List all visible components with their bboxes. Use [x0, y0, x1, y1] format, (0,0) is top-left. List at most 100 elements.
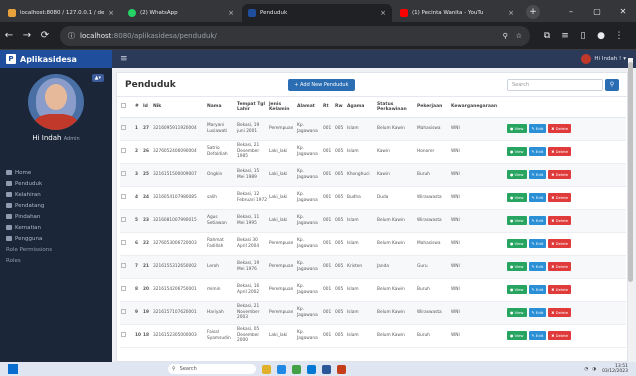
sidebar-item-home[interactable]: Home: [0, 167, 112, 178]
edit-button[interactable]: ✎ Edit: [528, 123, 547, 134]
delete-button[interactable]: ✖ Delete: [548, 192, 572, 203]
file-explorer-icon[interactable]: [262, 364, 271, 374]
view-button[interactable]: ● View: [507, 307, 527, 318]
chrome-icon[interactable]: [292, 364, 301, 374]
delete-button[interactable]: ✖ Delete: [548, 330, 572, 341]
delete-button[interactable]: ✖ Delete: [548, 169, 572, 180]
delete-button[interactable]: ✖ Delete: [548, 284, 572, 295]
edit-button[interactable]: ✎ Edit: [528, 284, 547, 295]
menu-icon[interactable]: ⋮: [610, 31, 628, 41]
minimize-icon[interactable]: –: [558, 7, 584, 16]
view-button[interactable]: ● View: [507, 192, 527, 203]
delete-button[interactable]: ✖ Delete: [548, 123, 572, 134]
bookmark-star-icon[interactable]: ☆: [516, 32, 522, 40]
windows-start-icon[interactable]: [8, 364, 18, 374]
browser-tab[interactable]: (1) Pecinta Wanita - YouTu ×: [394, 4, 520, 22]
powerpoint-icon[interactable]: [337, 364, 346, 374]
column-header[interactable]: Nik: [152, 97, 206, 118]
row-checkbox[interactable]: [121, 262, 126, 268]
edit-button[interactable]: ✎ Edit: [528, 238, 547, 249]
add-penduduk-button[interactable]: + Add New Penduduk: [288, 78, 355, 91]
profile-icon[interactable]: ●: [592, 31, 610, 41]
delete-button[interactable]: ✖ Delete: [548, 261, 572, 272]
row-checkbox[interactable]: [121, 147, 126, 153]
sidebar-item-role-permissions[interactable]: Role Permissions: [0, 244, 112, 255]
row-checkbox[interactable]: [121, 193, 126, 199]
browser-tab[interactable]: localhost:8080 / 127.0.0.1 / de ×: [2, 4, 120, 22]
edit-button[interactable]: ✎ Edit: [528, 307, 547, 318]
edge-icon[interactable]: [277, 364, 286, 374]
column-header[interactable]: Nama: [206, 97, 236, 118]
edit-button[interactable]: ✎ Edit: [528, 146, 547, 157]
select-all-checkbox[interactable]: [121, 103, 126, 109]
row-checkbox[interactable]: [121, 308, 126, 314]
column-header[interactable]: Kewarganegaraan: [450, 97, 506, 118]
column-header[interactable]: Rt: [322, 97, 334, 118]
column-header[interactable]: Jenis Kelamin: [268, 97, 296, 118]
scrollbar-thumb[interactable]: [628, 62, 633, 282]
search-input[interactable]: Search: [506, 78, 603, 91]
column-header[interactable]: #: [134, 97, 142, 118]
profile-menu-button[interactable]: ▲▾: [91, 74, 104, 82]
view-button[interactable]: ● View: [507, 169, 527, 180]
close-window-icon[interactable]: ✕: [610, 7, 636, 16]
delete-button[interactable]: ✖ Delete: [548, 215, 572, 226]
sidebar-item-pendatang[interactable]: Pendatang: [0, 200, 112, 211]
sidepanel-icon[interactable]: ▯: [574, 31, 592, 41]
close-icon[interactable]: ×: [108, 9, 114, 17]
volume-icon[interactable]: ◑: [592, 367, 596, 372]
clock[interactable]: 13:51 03/12/2023: [602, 364, 628, 374]
sidebar-item-pengguna[interactable]: Pengguna: [0, 233, 112, 244]
zoom-icon[interactable]: ⚲: [503, 32, 508, 40]
search-button[interactable]: ⚲: [604, 78, 619, 91]
back-icon[interactable]: ←: [0, 30, 18, 41]
sidebar-item-kematian[interactable]: Kematian: [0, 222, 112, 233]
browser-tab[interactable]: (2) WhatsApp ×: [122, 4, 240, 22]
taskbar-search[interactable]: ⚲ Search: [168, 364, 256, 374]
row-checkbox[interactable]: [121, 124, 126, 130]
edit-button[interactable]: ✎ Edit: [528, 261, 547, 272]
close-icon[interactable]: ×: [228, 9, 234, 17]
column-header[interactable]: Tempat Tgl Lahir: [236, 97, 268, 118]
edit-button[interactable]: ✎ Edit: [528, 215, 547, 226]
sidebar-item-penduduk[interactable]: Penduduk: [0, 178, 112, 189]
wifi-icon[interactable]: ◔: [584, 367, 588, 372]
row-checkbox[interactable]: [121, 216, 126, 222]
column-header[interactable]: Agama: [346, 97, 376, 118]
sidebar-item-kelahiran[interactable]: Kelahiran: [0, 189, 112, 200]
view-button[interactable]: ● View: [507, 238, 527, 249]
new-tab-button[interactable]: +: [526, 5, 540, 19]
column-header[interactable]: Alamat: [296, 97, 322, 118]
column-header[interactable]: Id: [142, 97, 152, 118]
page-scrollbar[interactable]: [628, 58, 633, 358]
column-header[interactable]: Status Perkawinan: [376, 97, 416, 118]
extensions-icon[interactable]: ⧉: [538, 31, 556, 41]
browser-tab-active[interactable]: Penduduk ×: [242, 4, 392, 22]
mail-icon[interactable]: [307, 364, 316, 374]
edit-button[interactable]: ✎ Edit: [528, 330, 547, 341]
view-button[interactable]: ● View: [507, 123, 527, 134]
row-checkbox[interactable]: [121, 239, 126, 245]
view-button[interactable]: ● View: [507, 284, 527, 295]
hamburger-icon[interactable]: ≡: [120, 54, 128, 64]
reload-icon[interactable]: ⟳: [36, 30, 54, 41]
edit-button[interactable]: ✎ Edit: [528, 192, 547, 203]
sidebar-item-pindahan[interactable]: Pindahan: [0, 211, 112, 222]
view-button[interactable]: ● View: [507, 215, 527, 226]
delete-button[interactable]: ✖ Delete: [548, 307, 572, 318]
url-bar[interactable]: ⓘ localhost:8080/aplikasidesa/penduduk/ …: [60, 25, 530, 46]
view-button[interactable]: ● View: [507, 330, 527, 341]
delete-button[interactable]: ✖ Delete: [548, 238, 572, 249]
view-button[interactable]: ● View: [507, 146, 527, 157]
maximize-icon[interactable]: ▢: [584, 7, 610, 16]
column-header[interactable]: Pekerjaan: [416, 97, 450, 118]
row-checkbox[interactable]: [121, 285, 126, 291]
close-icon[interactable]: ×: [508, 9, 514, 17]
edit-button[interactable]: ✎ Edit: [528, 169, 547, 180]
sidebar-item-roles[interactable]: Roles: [0, 255, 112, 266]
row-checkbox[interactable]: [121, 170, 126, 176]
row-checkbox[interactable]: [121, 331, 126, 337]
forward-icon[interactable]: →: [18, 30, 36, 41]
column-header[interactable]: Rw: [334, 97, 346, 118]
word-icon[interactable]: [322, 364, 331, 374]
